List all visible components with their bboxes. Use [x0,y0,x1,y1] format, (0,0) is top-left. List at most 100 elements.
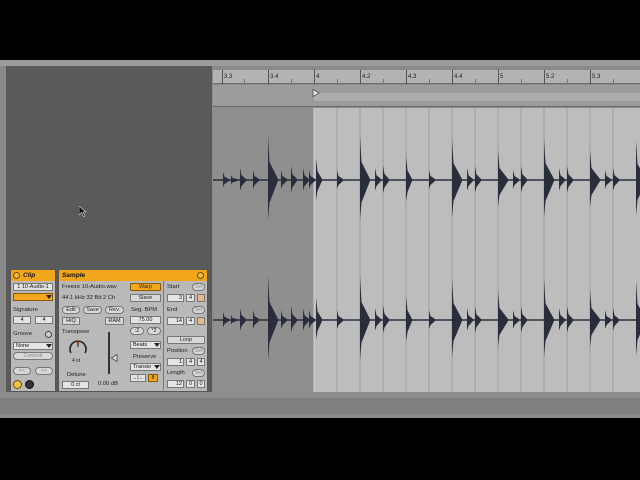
detune-field[interactable]: 0 ct [62,381,89,389]
ruler-subtick [383,79,384,84]
edit-button[interactable]: Edit [62,306,80,314]
set-start-button[interactable]: Set [192,283,205,291]
signature-numerator-field[interactable]: 4 [13,316,31,324]
ruler-subtick [337,79,338,84]
detune-label: Detune [67,372,86,378]
ruler-tick [544,70,545,84]
waveform-channel-right [213,275,640,361]
set-length-button[interactable]: Set [192,369,205,377]
chevron-down-icon [46,344,52,348]
signature-denominator-field[interactable]: 4 [35,316,53,324]
commit-button[interactable]: Commit [13,352,53,360]
ruler-tick [268,70,269,84]
position-label: Position [167,348,188,354]
start-bar-field[interactable]: 3 [167,294,184,302]
double-tempo-button[interactable]: *2 [147,327,161,335]
ruler-label: 5.3 [592,74,601,80]
length-beat-field[interactable]: 0 [186,380,195,388]
groove-pool-icon[interactable] [45,331,52,338]
beat-time-ruler[interactable]: 3.3 3.4 4 4.2 4.3 4.4 5 5.2 5.3 [213,70,640,84]
ruler-tick [222,70,223,84]
chevron-down-icon [154,365,160,369]
clip-activator-icon[interactable] [13,272,20,279]
waveform-display[interactable] [213,108,640,392]
end-bar-field[interactable]: 14 [167,317,184,325]
ram-button[interactable]: RAM [105,317,124,325]
envelopes-settings-icon[interactable] [25,380,34,389]
waveform-path [223,135,640,221]
chevron-down-icon [154,343,160,347]
ruler-tick [452,70,453,84]
ruler-subtick [567,79,568,84]
sample-file-info: 44.1 kHz 32 Bit 2 Ch [62,295,116,301]
slave-button[interactable]: Slave [130,294,161,302]
clip-name-field[interactable]: 1 10-Audio-1 [13,283,53,291]
launch-settings-icon[interactable] [13,380,22,389]
preserve-label: Preserve [133,354,157,360]
ruler-subtick [613,79,614,84]
nudge-back-button[interactable]: << [13,367,31,375]
section-divider [163,281,164,392]
start-sixteenth-field[interactable] [197,294,205,302]
position-bar-field[interactable]: 1 [167,358,184,366]
loop-mode-dropdown[interactable]: →|← [130,374,146,382]
start-label: Start [167,284,180,290]
length-label: Length [167,370,185,376]
transpose-label: Transpose [62,329,90,335]
sample-box: Sample Freeze 10-Audio.wav 44.1 kHz 32 B… [58,269,208,392]
status-bar [0,398,640,414]
end-beat-field[interactable]: 4 [186,317,195,325]
ruler-tick [406,70,407,84]
save-button[interactable]: Save [83,306,102,314]
sample-file-name: Freeze 10-Audio.wav [62,284,117,290]
reverse-button[interactable]: Rev. [105,306,124,314]
ruler-subtick [291,79,292,84]
ruler-label: 4 [316,74,320,80]
ruler-tick [590,70,591,84]
loop-region[interactable] [314,93,640,101]
set-end-button[interactable]: Set [192,306,205,314]
transpose-value: 4 st [72,358,81,364]
position-beat-field[interactable]: 4 [186,358,195,366]
set-position-button[interactable]: Set [192,347,205,355]
ruler-subtick [429,79,430,84]
ruler-label: 5.2 [546,74,555,80]
ruler-subtick [244,79,245,84]
length-bar-field[interactable]: 12 [167,380,184,388]
warp-button[interactable]: Warp [130,283,161,291]
hiq-button[interactable]: HiQ [62,317,80,325]
loop-button[interactable]: Loop [167,336,205,344]
ruler-label: 3.4 [270,74,279,80]
gain-slider-track[interactable] [108,332,110,374]
nudge-forward-button[interactable]: >> [35,367,53,375]
start-beat-field[interactable]: 4 [186,294,195,302]
ruler-label: 4.4 [454,74,463,80]
mouse-cursor-icon [79,206,87,217]
chevron-down-icon [46,295,52,299]
seg-bpm-field[interactable]: 75.00 [130,316,161,324]
half-tempo-button[interactable]: :2 [130,327,144,335]
groove-label: Groove [13,331,33,337]
end-sixteenth-field[interactable] [197,317,205,325]
loop-brace-strip[interactable] [213,85,640,107]
length-sixteenth-field[interactable]: 0 [197,380,205,388]
ruler-label: 4.3 [408,74,417,80]
ruler-subtick [521,79,522,84]
end-label: End [167,307,178,313]
start-marker-icon[interactable] [312,89,320,97]
sample-header: Sample [59,270,207,281]
ruler-subtick [475,79,476,84]
gain-value: 0.00 dB [98,381,118,387]
signature-label: Signature [13,307,38,313]
ruler-label: 4.2 [362,74,371,80]
ruler-label: 5 [500,74,504,80]
envelope-value-field[interactable]: 8 [148,374,158,382]
position-sixteenth-field[interactable]: 4 [197,358,205,366]
transpose-knob-icon[interactable] [67,338,89,358]
waveform-channel-left [213,135,640,221]
beat-grid [336,108,614,392]
gain-slider-handle-icon[interactable] [111,354,118,362]
ruler-tick [498,70,499,84]
ruler-label: 3.3 [224,74,233,80]
sample-options-icon[interactable] [197,272,204,279]
